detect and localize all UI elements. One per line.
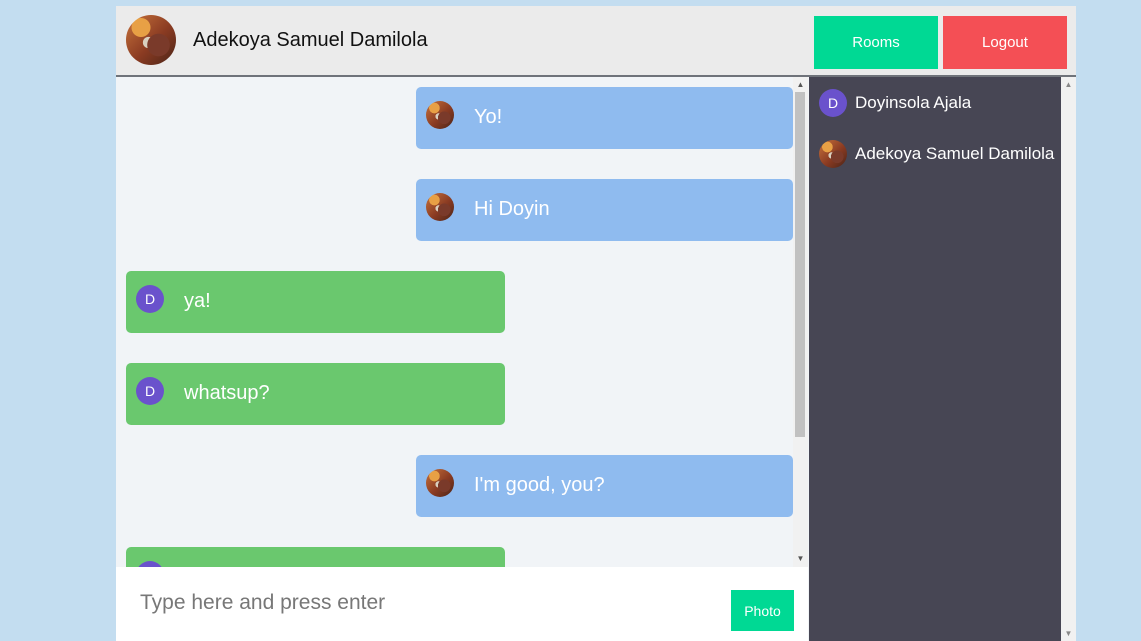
- avatar-initial: D: [136, 377, 164, 405]
- scroll-down-arrow-icon[interactable]: ▼: [793, 554, 808, 563]
- chat-app: Adekoya Samuel Damilola Rooms Logout Yo!…: [116, 6, 1076, 641]
- rooms-button[interactable]: Rooms: [814, 16, 938, 69]
- current-user-avatar: [126, 15, 176, 65]
- sidebar-user-name: Adekoya Samuel Damilola: [855, 144, 1055, 163]
- avatar: [426, 101, 454, 129]
- photo-button[interactable]: Photo: [731, 590, 794, 631]
- sidebar-user[interactable]: D Doyinsola Ajala: [819, 89, 971, 117]
- message-input[interactable]: [138, 587, 702, 619]
- message-list[interactable]: Yo! Hi Doyin D ya! D whatsup? I'm good, …: [116, 77, 808, 567]
- header: Adekoya Samuel Damilola Rooms Logout: [116, 6, 1076, 77]
- avatar-initial: D: [819, 89, 847, 117]
- avatar: [426, 193, 454, 221]
- sidebar-user-name: Doyinsola Ajala: [855, 93, 972, 112]
- users-sidebar: D Doyinsola Ajala Adekoya Samuel Damilol…: [809, 77, 1061, 641]
- avatar-initial: D: [136, 285, 164, 313]
- message-item-partial: [126, 547, 505, 567]
- sidebar-user[interactable]: Adekoya Samuel Damilola: [819, 140, 1054, 168]
- scroll-down-arrow-icon[interactable]: ▼: [1061, 629, 1076, 638]
- logout-button[interactable]: Logout: [943, 16, 1067, 69]
- message-item: Hi Doyin: [416, 179, 793, 241]
- scroll-up-arrow-icon[interactable]: ▲: [1061, 80, 1076, 89]
- message-item: D whatsup?: [126, 363, 505, 425]
- scroll-up-arrow-icon[interactable]: ▲: [793, 80, 808, 89]
- message-text: Hi Doyin: [474, 198, 550, 220]
- avatar: [819, 140, 847, 168]
- current-user-name: Adekoya Samuel Damilola: [193, 29, 428, 51]
- composer: Photo: [116, 567, 808, 641]
- sidebar-scrollbar[interactable]: ▲ ▼: [1061, 77, 1076, 641]
- message-text: whatsup?: [184, 382, 270, 404]
- message-scrollbar[interactable]: ▲ ▼: [793, 77, 808, 567]
- message-item: D ya!: [126, 271, 505, 333]
- scrollbar-thumb[interactable]: [795, 92, 805, 437]
- message-text: Yo!: [474, 106, 503, 128]
- message-item: Yo!: [416, 87, 793, 149]
- message-text: ya!: [184, 290, 211, 312]
- message-text: I'm good, you?: [474, 474, 605, 496]
- message-item: I'm good, you?: [416, 455, 793, 517]
- avatar: [426, 469, 454, 497]
